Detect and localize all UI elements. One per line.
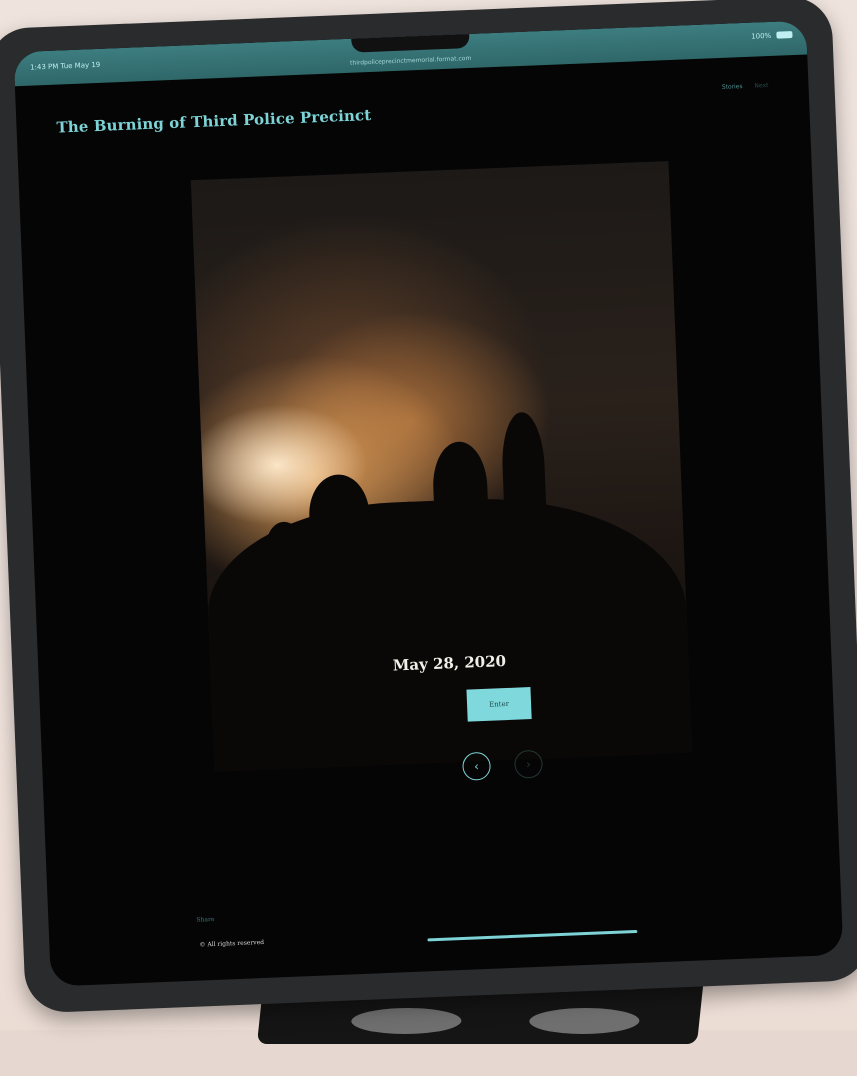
share-link[interactable]: Share bbox=[196, 916, 214, 924]
copyright-text: © All rights reserved bbox=[199, 938, 265, 949]
home-indicator[interactable] bbox=[427, 929, 638, 942]
hero-photo: May 28, 2020 Enter bbox=[190, 161, 693, 772]
stand-foot bbox=[350, 1008, 463, 1034]
battery-indicator: 100% bbox=[751, 31, 793, 41]
nav-item-stories[interactable]: Stories bbox=[722, 83, 743, 91]
crowd-silhouette bbox=[431, 440, 490, 533]
crowd-silhouette bbox=[307, 473, 371, 556]
battery-icon bbox=[776, 31, 793, 39]
top-nav: Stories Next bbox=[712, 82, 769, 91]
stand-foot bbox=[528, 1008, 641, 1034]
prev-arrow-icon[interactable]: ‹ bbox=[461, 751, 492, 781]
crowd-silhouette bbox=[500, 411, 547, 523]
site-title[interactable]: The Burning of Third Police Precinct bbox=[56, 106, 371, 137]
tablet-device: 1:43 PM Tue May 19 ••• thirdpoliceprecin… bbox=[0, 0, 857, 1014]
nav-item-next[interactable]: Next bbox=[754, 82, 768, 90]
tablet-screen: 1:43 PM Tue May 19 ••• thirdpoliceprecin… bbox=[13, 20, 844, 987]
next-arrow-icon[interactable]: › bbox=[513, 749, 544, 779]
battery-percent: 100% bbox=[751, 31, 772, 41]
enter-button[interactable]: Enter bbox=[466, 687, 532, 722]
browser-status-bar: 1:43 PM Tue May 19 ••• thirdpoliceprecin… bbox=[13, 20, 808, 87]
